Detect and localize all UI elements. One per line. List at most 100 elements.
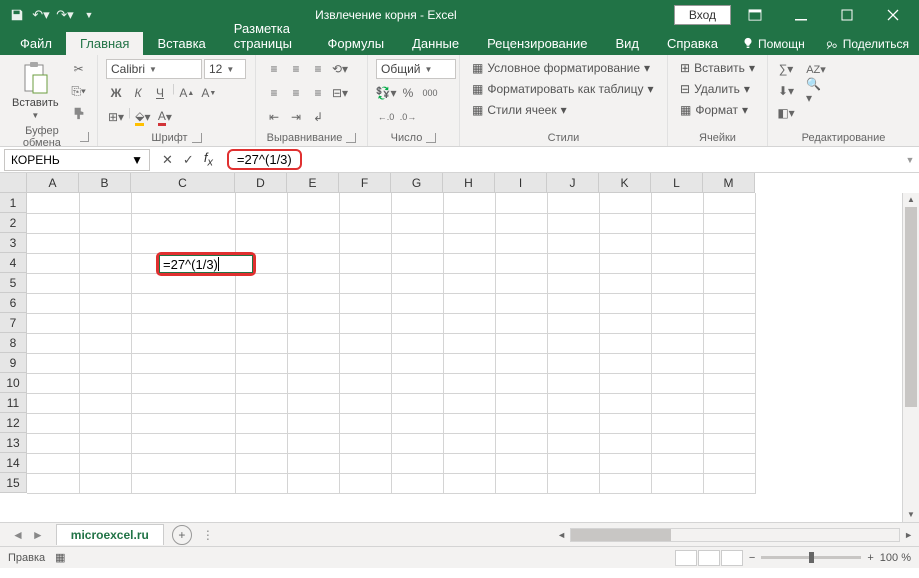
bold-button[interactable]: Ж: [106, 83, 126, 103]
cell-F15[interactable]: [339, 473, 391, 493]
cell-G6[interactable]: [391, 293, 443, 313]
cell-F2[interactable]: [339, 213, 391, 233]
cell-F14[interactable]: [339, 453, 391, 473]
cell-F3[interactable]: [339, 233, 391, 253]
cell-M11[interactable]: [703, 393, 755, 413]
cell-H6[interactable]: [443, 293, 495, 313]
cell-E7[interactable]: [287, 313, 339, 333]
cell-E12[interactable]: [287, 413, 339, 433]
cell-K10[interactable]: [599, 373, 651, 393]
cell-L14[interactable]: [651, 453, 703, 473]
cell-K1[interactable]: [599, 193, 651, 213]
cell-L1[interactable]: [651, 193, 703, 213]
col-header-F[interactable]: F: [339, 173, 391, 193]
cell-D14[interactable]: [235, 453, 287, 473]
cell-I5[interactable]: [495, 273, 547, 293]
cell-D10[interactable]: [235, 373, 287, 393]
cell-K14[interactable]: [599, 453, 651, 473]
row-header-3[interactable]: 3: [0, 233, 27, 253]
cell-M12[interactable]: [703, 413, 755, 433]
col-header-J[interactable]: J: [547, 173, 599, 193]
cell-M13[interactable]: [703, 433, 755, 453]
cell-M10[interactable]: [703, 373, 755, 393]
cell-A11[interactable]: [27, 393, 79, 413]
scroll-left-icon[interactable]: ◄: [557, 530, 566, 540]
cell-J15[interactable]: [547, 473, 599, 493]
orientation-icon[interactable]: ⟲▾: [330, 59, 350, 79]
cell-B8[interactable]: [79, 333, 131, 353]
cell-J13[interactable]: [547, 433, 599, 453]
cell-J3[interactable]: [547, 233, 599, 253]
tab-insert[interactable]: Вставка: [143, 32, 219, 55]
ribbon-display-icon[interactable]: [733, 0, 777, 30]
cell-B7[interactable]: [79, 313, 131, 333]
cell-G2[interactable]: [391, 213, 443, 233]
cell-A13[interactable]: [27, 433, 79, 453]
cell-L13[interactable]: [651, 433, 703, 453]
zoom-level[interactable]: 100 %: [880, 552, 911, 564]
formula-input[interactable]: =27^(1/3): [221, 149, 901, 171]
cell-G5[interactable]: [391, 273, 443, 293]
cell-L7[interactable]: [651, 313, 703, 333]
cell-A9[interactable]: [27, 353, 79, 373]
cell-G9[interactable]: [391, 353, 443, 373]
scroll-up-icon[interactable]: ▲: [903, 193, 919, 207]
align-center-icon[interactable]: ≡: [286, 83, 306, 103]
cell-H12[interactable]: [443, 413, 495, 433]
cell-B13[interactable]: [79, 433, 131, 453]
merge-icon[interactable]: ⊟▾: [330, 83, 350, 103]
fill-color-icon[interactable]: ⬙▾: [133, 107, 153, 127]
cell-E15[interactable]: [287, 473, 339, 493]
row-header-5[interactable]: 5: [0, 273, 27, 293]
col-header-C[interactable]: C: [131, 173, 235, 193]
sort-filter-icon[interactable]: AZ▾: [806, 59, 826, 79]
cell-M6[interactable]: [703, 293, 755, 313]
cell-H5[interactable]: [443, 273, 495, 293]
tab-file[interactable]: Файл: [6, 32, 66, 55]
cell-M5[interactable]: [703, 273, 755, 293]
cell-H4[interactable]: [443, 253, 495, 273]
font-size-combo[interactable]: 12▼: [204, 59, 246, 79]
save-icon[interactable]: [8, 6, 26, 24]
increase-indent-icon[interactable]: ⇥: [286, 107, 306, 127]
copy-icon[interactable]: ⎘▾: [69, 81, 89, 101]
cell-H3[interactable]: [443, 233, 495, 253]
col-header-D[interactable]: D: [235, 173, 287, 193]
cell-J8[interactable]: [547, 333, 599, 353]
cell-L9[interactable]: [651, 353, 703, 373]
minimize-button[interactable]: [779, 0, 823, 30]
cell-C14[interactable]: [131, 453, 235, 473]
borders-icon[interactable]: ⊞▾: [106, 107, 126, 127]
cell-C15[interactable]: [131, 473, 235, 493]
cell-I15[interactable]: [495, 473, 547, 493]
cell-B12[interactable]: [79, 413, 131, 433]
col-header-L[interactable]: L: [651, 173, 703, 193]
cell-K6[interactable]: [599, 293, 651, 313]
cell-J10[interactable]: [547, 373, 599, 393]
cell-C3[interactable]: [131, 233, 235, 253]
cell-G12[interactable]: [391, 413, 443, 433]
cell-I1[interactable]: [495, 193, 547, 213]
cell-M15[interactable]: [703, 473, 755, 493]
wrap-text-icon[interactable]: ↲: [308, 107, 328, 127]
cell-E5[interactable]: [287, 273, 339, 293]
cell-B9[interactable]: [79, 353, 131, 373]
col-header-B[interactable]: B: [79, 173, 131, 193]
cell-B11[interactable]: [79, 393, 131, 413]
cell-I14[interactable]: [495, 453, 547, 473]
align-middle-icon[interactable]: ≡: [286, 59, 306, 79]
cell-E6[interactable]: [287, 293, 339, 313]
cell-G15[interactable]: [391, 473, 443, 493]
tab-formulas[interactable]: Формулы: [314, 32, 399, 55]
cell-M4[interactable]: [703, 253, 755, 273]
zoom-out-button[interactable]: −: [749, 552, 755, 564]
cell-K7[interactable]: [599, 313, 651, 333]
sheet-tab-active[interactable]: microexcel.ru: [56, 524, 164, 545]
row-header-12[interactable]: 12: [0, 413, 27, 433]
cell-H7[interactable]: [443, 313, 495, 333]
cell-J1[interactable]: [547, 193, 599, 213]
login-button[interactable]: Вход: [674, 5, 731, 25]
autosum-icon[interactable]: ∑▾: [776, 59, 796, 79]
cell-L6[interactable]: [651, 293, 703, 313]
select-all-corner[interactable]: [0, 173, 27, 193]
